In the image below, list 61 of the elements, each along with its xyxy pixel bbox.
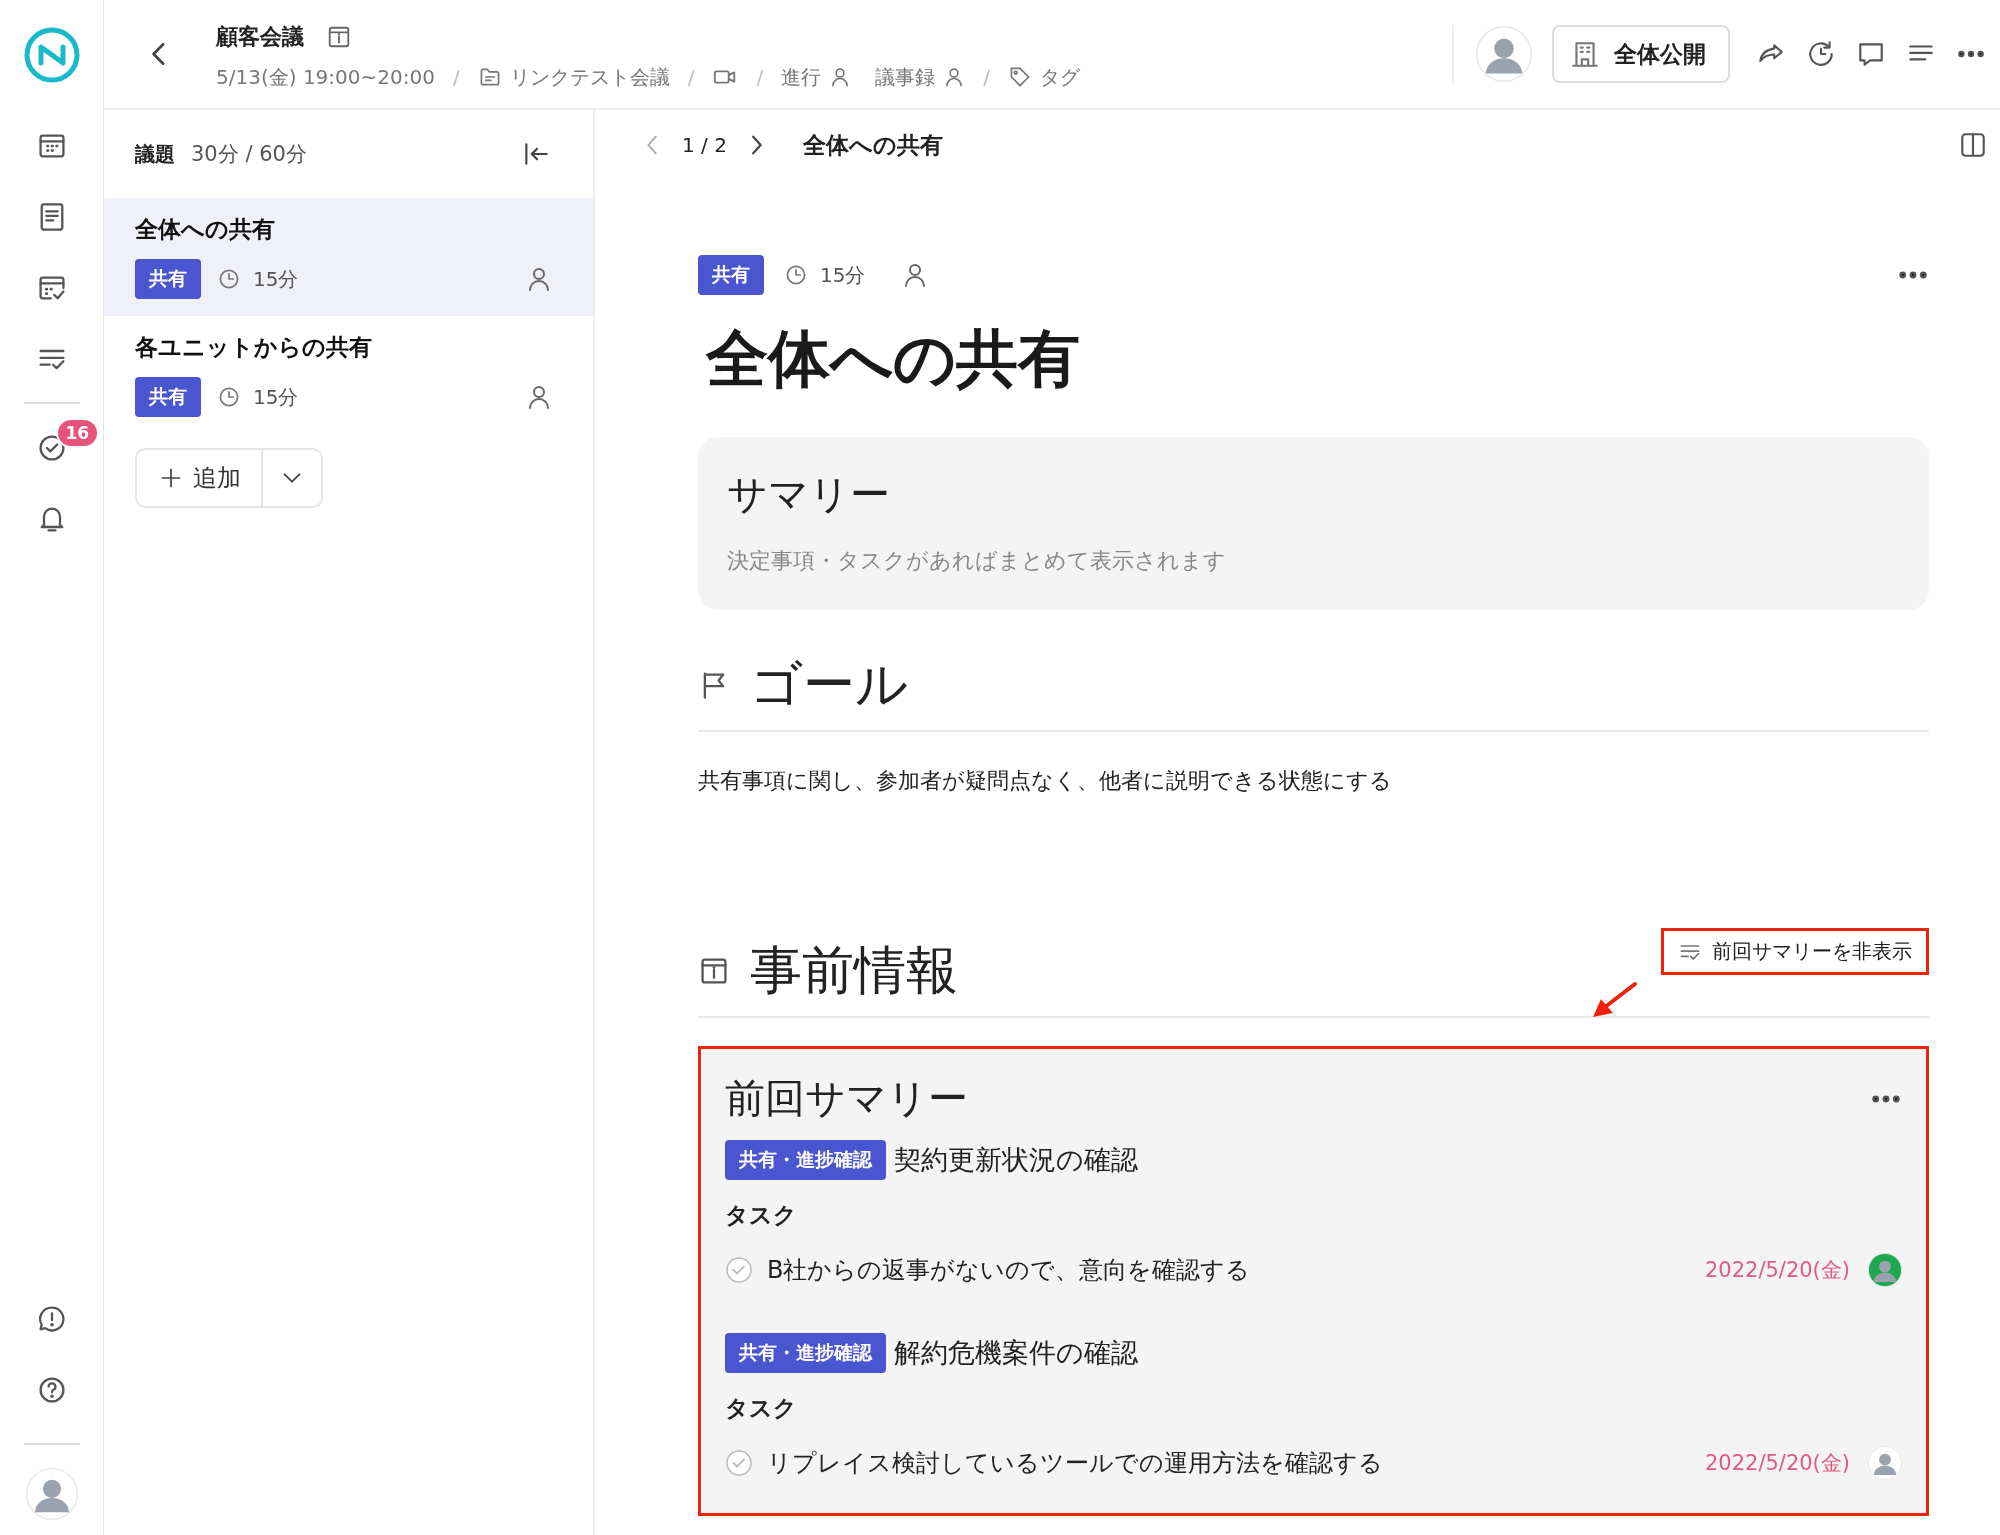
facilitator-label: 進行 — [781, 63, 822, 91]
topic-title: 全体への共有 — [706, 321, 1081, 397]
meeting-title: 顧客会議 — [216, 22, 304, 51]
summary-heading: サマリー — [727, 470, 891, 519]
agenda-item[interactable]: 全体への共有 共有 15分 — [104, 198, 593, 316]
meeting-datetime: 5/13(金) 19:00~20:00 — [216, 63, 435, 91]
category-tag: 共有 — [135, 259, 201, 299]
breadcrumb-separator: / — [687, 65, 695, 89]
agenda-time-total: 30分 / 60分 — [191, 141, 307, 168]
assignee-avatar — [1868, 1446, 1902, 1480]
category-tag: 共有・進捗確認 — [725, 1140, 886, 1180]
category-tag: 共有 — [135, 377, 201, 417]
category-tag: 共有・進捗確認 — [725, 1333, 886, 1373]
due-date: 2022/5/20(金) — [1704, 1257, 1850, 1284]
duration-text: 15分 — [253, 265, 299, 293]
info-icon — [698, 955, 730, 987]
minutes-taker-label: 議事録 — [875, 63, 936, 91]
owner-avatar — [1476, 26, 1532, 82]
clock-icon — [784, 263, 808, 287]
agenda-item[interactable]: 各ユニットからの共有 共有 15分 — [104, 316, 593, 434]
add-button[interactable]: 追加 — [137, 450, 263, 506]
breadcrumb-separator: / — [756, 65, 764, 89]
previous-topic-title: 解約危機案件の確認 — [894, 1336, 1138, 1370]
breadcrumb-separator: / — [452, 65, 460, 89]
duration-text: 15分 — [820, 261, 866, 289]
agenda-item-title: 各ユニットからの共有 — [135, 333, 373, 362]
tags-link[interactable]: タグ — [1039, 63, 1080, 91]
annotation-arrow — [1591, 980, 1639, 1020]
goal-heading: ゴール — [750, 653, 908, 716]
tasks-label: タスク — [725, 1394, 798, 1423]
count-badge: 16 — [55, 418, 100, 448]
history-icon[interactable] — [1806, 39, 1836, 69]
due-date: 2022/5/20(金) — [1704, 1450, 1850, 1477]
page-position: 1 / 2 — [682, 133, 727, 157]
tasks-label: タスク — [725, 1201, 798, 1230]
goal-text: 共有事項に関し、参加者が疑問点なく、他者に説明できる状態にする — [698, 767, 1393, 795]
task-text: リプレイス検討しているツールでの運用方法を確認する — [767, 1448, 1383, 1479]
hide-previous-summary-button[interactable]: 前回サマリーを非表示 — [1661, 928, 1929, 975]
task-checkbox[interactable] — [725, 1256, 753, 1284]
current-topic-title: 全体への共有 — [802, 130, 943, 160]
clock-icon — [217, 267, 241, 291]
category-tag: 共有 — [698, 255, 764, 295]
building-icon — [1570, 39, 1600, 69]
previous-summary-heading: 前回サマリー — [725, 1074, 968, 1123]
split-view-icon[interactable] — [1958, 130, 1988, 160]
breadcrumb-separator: / — [983, 65, 990, 89]
duration-text: 15分 — [253, 383, 299, 411]
project-link[interactable]: リンクテスト会議 — [509, 63, 670, 91]
clock-icon — [217, 385, 241, 409]
summary-note: 決定事項・タスクがあればまとめて表示されます — [727, 547, 1227, 575]
user-avatar — [25, 1468, 78, 1520]
plus-icon — [159, 466, 183, 490]
assignee-avatar — [1868, 1253, 1902, 1287]
agenda-item-title: 全体への共有 — [135, 215, 276, 244]
task-text: B社からの返事がないので、意向を確認する — [767, 1255, 1251, 1286]
task-checkbox[interactable] — [725, 1449, 753, 1477]
prior-info-heading: 事前情報 — [750, 939, 958, 1002]
agenda-label: 議題 — [135, 140, 175, 168]
add-split-button[interactable]: 追加 — [135, 448, 323, 508]
previous-topic-title: 契約更新状況の確認 — [894, 1143, 1138, 1177]
visibility-button[interactable]: 全体公開 — [1552, 25, 1730, 83]
